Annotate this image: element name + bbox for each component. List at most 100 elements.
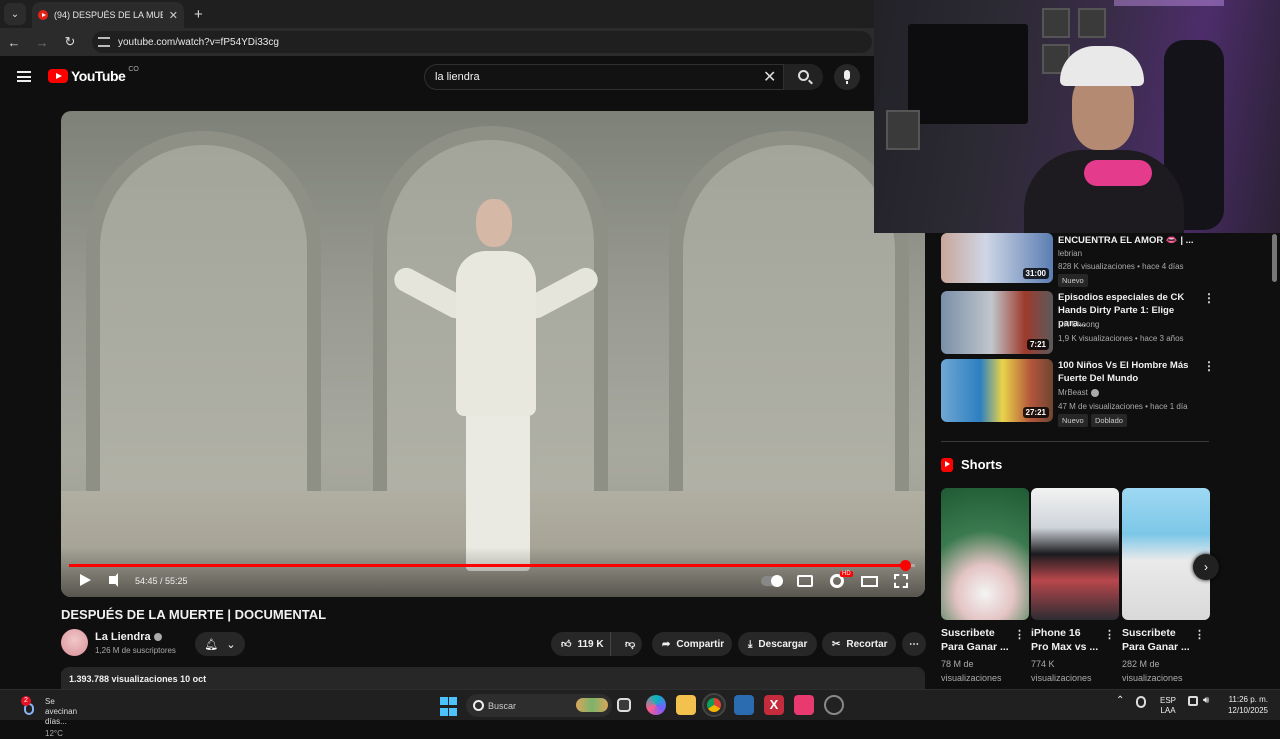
rec-title[interactable]: 100 Niños Vs El Hombre Más Fuerte Del Mu… [1058,359,1198,385]
volume-tray-icon[interactable]: 🔊︎ [1203,696,1209,706]
microphone-tray-icon[interactable] [1136,696,1146,708]
search-button[interactable] [783,64,823,90]
recommendation-item[interactable]: 7:21 Episodios especiales de CK Hands Di… [941,291,1271,357]
recommendation-item[interactable]: 31:00 ENCUENTRA EL AMOR 👄 | ... lebrian … [941,233,1271,293]
taskbar-clock[interactable]: 11:26 p. m. 12/10/2025 [1222,694,1268,716]
progress-bar[interactable] [69,560,915,571]
short-title[interactable]: iPhone 16 Pro Max vs ... [1031,626,1101,654]
wall-frame [1078,8,1106,38]
back-button[interactable]: ← [0,35,28,50]
recommendation-item[interactable]: 27:21 100 Niños Vs El Hombre Más Fuerte … [941,359,1271,427]
download-label: Descargar [758,638,808,650]
channel-name[interactable]: La Liendra [95,631,151,643]
windows-taskbar: 2 Se avecinan días... 12°C Buscar X ⌃ ES… [0,689,1280,738]
clip-label: Recortar [846,638,888,650]
background-arch [669,131,909,531]
search-box[interactable]: la liendra ✕ [424,64,823,90]
description-box[interactable]: 1.393.788 visualizaciones 10 oct [61,667,925,689]
desk-frame [886,110,920,150]
short-views: 78 M de visualizaciones [941,659,1002,683]
more-vert-icon[interactable]: ⋮ [1203,291,1215,305]
more-vert-icon[interactable]: ⋮ [1104,628,1115,641]
file-explorer-icon[interactable] [676,695,696,715]
obs-icon[interactable] [824,695,844,715]
video-thumbnail[interactable]: 31:00 [941,233,1053,283]
browser-tab[interactable]: (94) DESPUÉS DE LA MUERTE | D ✕ [32,2,184,28]
search-input[interactable]: la liendra [435,71,480,83]
theater-mode-icon[interactable] [861,576,878,587]
clear-search-icon[interactable]: ✕ [763,67,776,87]
search-icon [798,70,809,81]
section-divider [941,441,1209,442]
more-vert-icon[interactable]: ⋮ [1194,628,1205,641]
clock-date: 12/10/2025 [1227,706,1268,715]
start-windows-icon[interactable] [440,697,460,717]
channel-name-row[interactable]: La Liendra [95,631,162,643]
thumbs-up-icon: 👍︎ [561,639,572,650]
share-button[interactable]: ➦ Compartir [652,632,732,656]
like-button[interactable]: 👍︎ 119 K [551,632,611,656]
autoplay-toggle[interactable] [761,575,783,587]
close-tab-icon[interactable]: ✕ [169,9,178,22]
fullscreen-icon[interactable] [894,574,908,588]
short-title[interactable]: Suscribete Para Ganar ... [941,626,1011,654]
x-app-icon[interactable]: X [764,695,784,715]
menu-icon[interactable] [17,71,31,82]
rec-channel-row[interactable]: MrBeast [1058,388,1099,397]
dislike-button[interactable]: 👎︎ [617,638,635,650]
rec-channel[interactable]: MrBeast [1058,388,1088,397]
weather-text-block: Se avecinan días... 12°C [45,697,77,739]
rec-title[interactable]: ENCUENTRA EL AMOR 👄 | ... [1058,234,1198,247]
taskbar-search-label: Buscar [488,700,517,711]
network-icon[interactable] [1188,696,1198,706]
more-vert-icon[interactable]: ⋮ [1203,359,1215,373]
more-vert-icon[interactable]: ⋮ [1014,628,1025,641]
address-bar[interactable]: youtube.com/watch?v=fP54YDi33cg [92,31,872,53]
site-info-icon[interactable] [98,37,110,47]
next-arrow-button[interactable]: › [1193,554,1219,580]
short-title[interactable]: Suscribete Para Ganar ... [1122,626,1192,654]
search-highlight-icon[interactable] [576,698,608,712]
clip-button[interactable]: ✂ Recortar [822,632,896,656]
tiktok-icon[interactable] [794,695,814,715]
channel-avatar[interactable] [61,629,88,656]
rec-channel[interactable]: CK Cheong [1058,320,1099,329]
notifications-button[interactable]: 🔔︎ ⌄ [195,632,245,656]
forward-button[interactable]: → [28,35,56,50]
lang-line2: LAA [1160,706,1176,715]
light-glow [1114,0,1224,6]
store-icon[interactable] [734,695,754,715]
background-monitor [908,24,1028,124]
duration-badge: 27:21 [1022,407,1049,418]
short-thumbnail[interactable] [1031,488,1119,620]
copilot-icon[interactable] [646,695,666,715]
rec-channel[interactable]: lebrian [1058,249,1082,258]
tab-search-button[interactable]: ⌄ [4,3,26,25]
reload-button[interactable]: ↻ [56,34,84,50]
new-tab-button[interactable]: + [194,6,203,23]
download-button[interactable]: ⤓ Descargar [738,632,817,656]
short-thumbnail[interactable] [941,488,1029,620]
task-view-icon[interactable] [617,698,631,712]
scrollbar[interactable] [1272,234,1277,282]
play-icon[interactable] [80,574,91,586]
show-hidden-icons[interactable]: ⌃ [1116,696,1124,706]
video-thumbnail[interactable]: 27:21 [941,359,1053,422]
volume-icon[interactable] [109,573,118,587]
language-indicator[interactable]: ESP LAA [1156,696,1180,716]
youtube-logo[interactable]: YouTube CO [48,66,139,84]
duration-badge: 7:21 [1026,339,1049,350]
scrubber-handle[interactable] [899,560,911,571]
more-actions-button[interactable]: ⋯ [902,632,926,656]
short-thumbnail[interactable] [1122,488,1210,620]
chrome-icon[interactable] [702,693,726,717]
voice-search-mic-icon[interactable] [834,64,860,90]
new-badge: Nuevo [1058,414,1088,427]
short-views: 774 K visualizaciones [1031,659,1092,683]
short-views: 282 M de visualizaciones [1122,659,1183,683]
subtitles-icon[interactable] [797,575,813,587]
video-player[interactable]: 54:45 / 55:25 HD [61,111,925,597]
rec-meta: 828 K visualizaciones • hace 4 días [1058,262,1184,271]
video-thumbnail[interactable]: 7:21 [941,291,1053,354]
weather-temp: 12°C [45,729,63,738]
